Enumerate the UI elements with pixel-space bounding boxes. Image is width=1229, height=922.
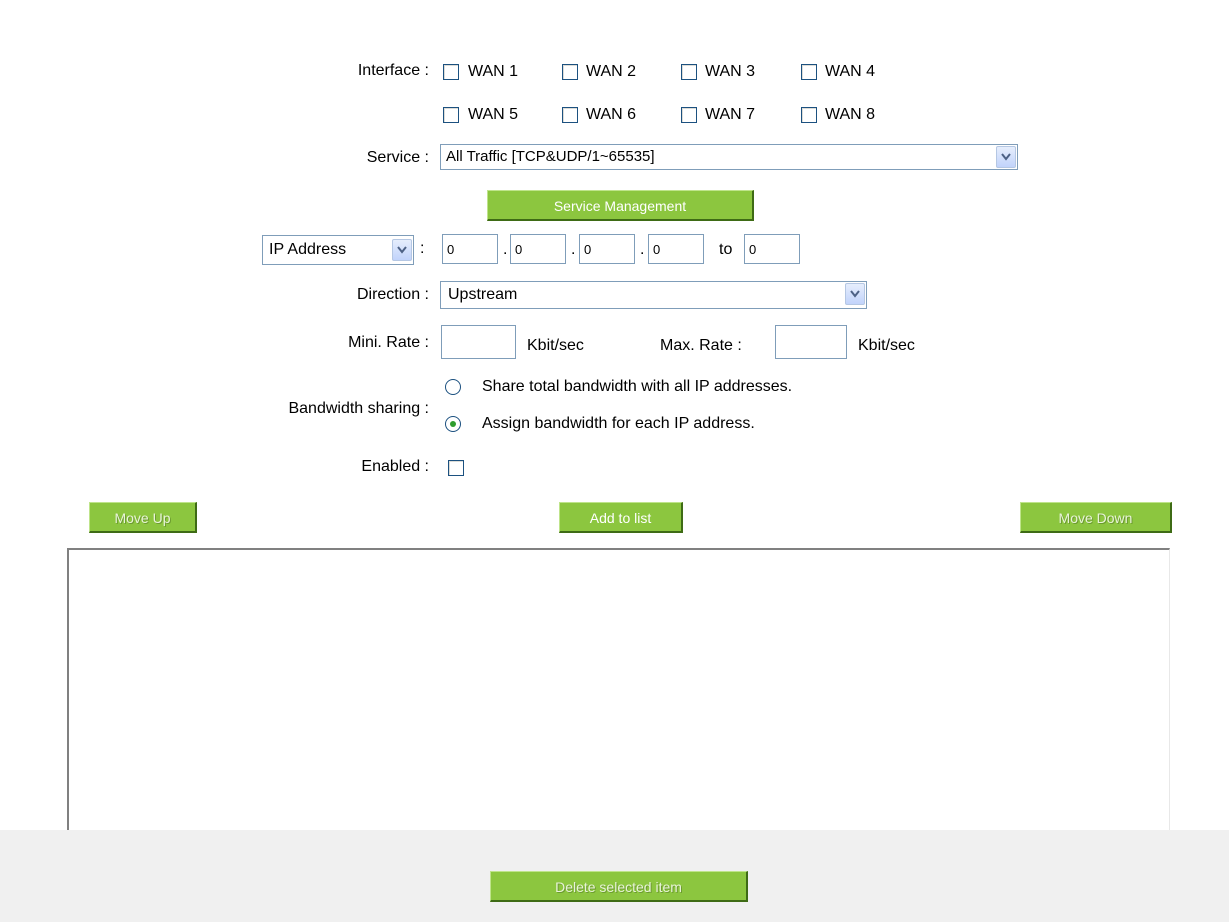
min-rate-input[interactable] [441, 325, 516, 359]
move-up-button[interactable]: Move Up [89, 502, 197, 533]
wan4-label: WAN 4 [825, 63, 876, 80]
radio-selected-dot [450, 421, 456, 427]
chevron-down-icon[interactable] [392, 239, 412, 261]
min-rate-label: Mini. Rate : [348, 334, 429, 351]
ip-to-input[interactable] [744, 234, 800, 264]
wan2-checkbox[interactable] [562, 64, 578, 80]
add-to-list-button[interactable]: Add to list [559, 502, 683, 533]
ip-octet-3[interactable] [579, 234, 635, 264]
wan8-label: WAN 8 [825, 106, 876, 123]
wan1-checkbox[interactable] [443, 64, 459, 80]
max-rate-label: Max. Rate : [660, 337, 742, 354]
rules-listbox[interactable] [67, 548, 1170, 830]
wan4-checkbox[interactable] [801, 64, 817, 80]
ip-octet-1[interactable] [442, 234, 498, 264]
ip-octet-4[interactable] [648, 234, 704, 264]
service-management-button[interactable]: Service Management [487, 190, 754, 221]
bandwidth-share-total-radio[interactable] [445, 379, 461, 395]
bandwidth-assign-each-label: Assign bandwidth for each IP address. [482, 415, 755, 432]
direction-label: Direction : [356, 286, 429, 303]
ip-colon: : [420, 240, 425, 257]
service-select-value: All Traffic [TCP&UDP/1~65535] [446, 148, 655, 165]
wan6-checkbox[interactable] [562, 107, 578, 123]
direction-value: Upstream [448, 286, 518, 303]
wan7-checkbox[interactable] [681, 107, 697, 123]
enabled-checkbox[interactable] [448, 460, 464, 476]
chevron-down-icon[interactable] [996, 146, 1016, 168]
wan8-checkbox[interactable] [801, 107, 817, 123]
wan5-label: WAN 5 [468, 106, 519, 123]
wan7-label: WAN 7 [705, 106, 756, 123]
wan1-label: WAN 1 [468, 63, 519, 80]
ip-to-label: to [719, 241, 733, 258]
ip-dot-2: . [571, 241, 576, 258]
bandwidth-sharing-label: Bandwidth sharing : [288, 400, 429, 417]
service-select[interactable]: All Traffic [TCP&UDP/1~65535] [440, 144, 1018, 170]
ip-type-select[interactable]: IP Address [262, 235, 414, 265]
service-label: Service : [366, 149, 429, 166]
bandwidth-assign-each-radio[interactable] [445, 416, 461, 432]
ip-type-value: IP Address [269, 241, 347, 258]
direction-select[interactable]: Upstream [440, 281, 867, 309]
enabled-label: Enabled : [361, 458, 429, 475]
min-rate-unit: Kbit/sec [527, 337, 584, 354]
ip-dot-1: . [503, 241, 508, 258]
wan3-checkbox[interactable] [681, 64, 697, 80]
delete-selected-button[interactable]: Delete selected item [490, 871, 748, 902]
move-down-button[interactable]: Move Down [1020, 502, 1172, 533]
wan6-label: WAN 6 [586, 106, 637, 123]
bandwidth-share-total-label: Share total bandwidth with all IP addres… [482, 378, 793, 395]
wan5-checkbox[interactable] [443, 107, 459, 123]
ip-octet-2[interactable] [510, 234, 566, 264]
wan2-label: WAN 2 [586, 63, 637, 80]
wan3-label: WAN 3 [705, 63, 756, 80]
max-rate-input[interactable] [775, 325, 847, 359]
interface-label: Interface : [357, 62, 429, 79]
ip-dot-3: . [640, 241, 645, 258]
max-rate-unit: Kbit/sec [858, 337, 915, 354]
chevron-down-icon[interactable] [845, 283, 865, 305]
